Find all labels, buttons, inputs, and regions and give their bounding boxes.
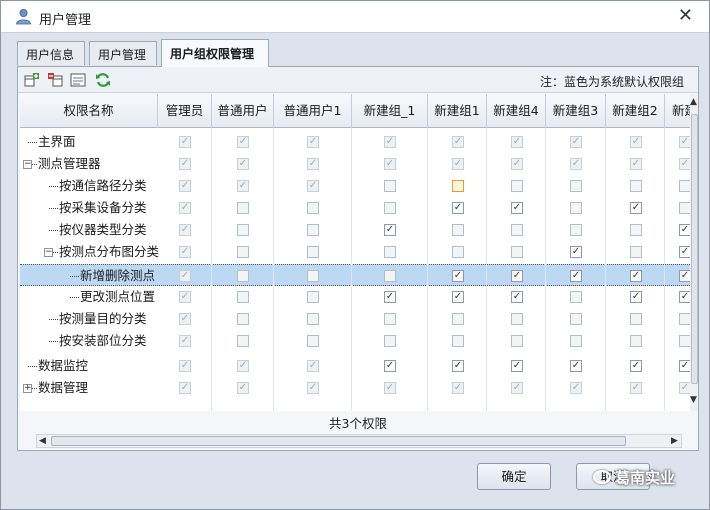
tab-user-management[interactable]: 用户管理 [89, 41, 157, 65]
tree-connector [28, 142, 37, 143]
horizontal-scrollbar[interactable]: ◀ ▶ [36, 434, 682, 448]
grid-header: 权限名称 管理员普通用户普通用户1新建组_1新建组1新建组4新建组3新建组2新建 [20, 94, 690, 128]
permission-name[interactable]: 主界面 [20, 131, 157, 153]
column-divider [665, 128, 690, 411]
permission-name[interactable]: 按测点分布图分类 [20, 241, 159, 263]
column-header-6[interactable]: 新建组4 [487, 94, 546, 128]
horizontal-scroll-thumb[interactable] [51, 436, 626, 446]
permission-name[interactable]: 更改测点位置 [20, 286, 157, 308]
column-header-3[interactable]: 普通用户1 [274, 94, 352, 128]
tree-connector [49, 319, 58, 320]
scroll-down-icon[interactable]: ▼ [690, 394, 697, 406]
tab-user-info[interactable]: 用户信息 [17, 41, 85, 65]
scroll-up-icon[interactable]: ▲ [690, 96, 697, 108]
tab-group-permissions[interactable]: 用户组权限管理 [161, 39, 269, 67]
column-header-2[interactable]: 普通用户 [212, 94, 274, 128]
column-header-7[interactable]: 新建组3 [546, 94, 606, 128]
watermark-logo-icon [593, 470, 611, 484]
column-divider [546, 128, 606, 411]
permission-name[interactable]: 数据管理 [20, 377, 157, 399]
column-divider [274, 128, 352, 411]
delete-column-icon[interactable] [47, 72, 63, 88]
title-bar: 用户管理 ✕ [1, 1, 709, 33]
add-column-icon[interactable] [24, 72, 40, 88]
column-divider [158, 128, 212, 411]
permission-name[interactable]: 按仪器类型分类 [20, 219, 157, 241]
permission-name[interactable]: 按采集设备分类 [20, 197, 157, 219]
permission-name[interactable]: 新增删除测点 [20, 265, 157, 287]
permission-count: 共3个权限 [329, 416, 387, 431]
permission-name[interactable]: 按测量目的分类 [20, 308, 157, 330]
default-group-note: 注：蓝色为系统默认权限组 [539, 75, 684, 89]
column-header-8[interactable]: 新建组2 [606, 94, 665, 128]
user-icon [16, 9, 31, 25]
window-title: 用户管理 [39, 13, 92, 28]
column-header-9[interactable]: 新建 [665, 94, 690, 128]
tree-connector [49, 186, 58, 187]
permission-name[interactable]: 数据监控 [20, 355, 157, 377]
collapse-icon[interactable]: − [23, 160, 32, 169]
tree-connector [28, 366, 37, 367]
vertical-scroll-thumb[interactable] [691, 114, 698, 384]
tree-connector [70, 276, 79, 277]
tree-connector [49, 341, 58, 342]
column-header-4[interactable]: 新建组_1 [352, 94, 428, 128]
vertical-scrollbar[interactable]: ▲ ▼ [690, 94, 698, 411]
close-button[interactable]: ✕ [678, 5, 693, 27]
collapse-icon[interactable]: − [44, 248, 53, 257]
column-divider [428, 128, 487, 411]
column-divider [606, 128, 665, 411]
column-divider [487, 128, 546, 411]
permission-name[interactable]: 按安装部位分类 [20, 330, 157, 352]
user-management-window: 用户管理 ✕ 用户信息 用户管理 用户组权限管理 注：蓝色为系统默认权限组 权限… [0, 0, 710, 510]
scroll-right-icon[interactable]: ▶ [671, 435, 678, 447]
column-divider [212, 128, 274, 411]
column-header-permission-name[interactable]: 权限名称 [20, 94, 158, 128]
column-divider [352, 128, 428, 411]
column-header-5[interactable]: 新建组1 [428, 94, 487, 128]
properties-icon[interactable] [70, 72, 86, 88]
permissions-panel: 注：蓝色为系统默认权限组 权限名称 管理员 普通用户 普通用户1 新建组_1 新建组1 新… [17, 66, 699, 451]
permissions-grid: 权限名称 管理员普通用户普通用户1新建组_1新建组1新建组4新建组3新建组2新建… [20, 94, 690, 411]
tree-connector [70, 297, 79, 298]
scroll-left-icon[interactable]: ◀ [39, 435, 46, 447]
expand-icon[interactable]: + [23, 384, 32, 393]
watermark-text: 葛南实业 [615, 469, 676, 487]
column-header-1[interactable]: 管理员 [158, 94, 212, 128]
tree-connector [49, 208, 58, 209]
refresh-icon[interactable] [95, 72, 111, 88]
permission-name[interactable]: 按通信路径分类 [20, 175, 157, 197]
toolbar: 注：蓝色为系统默认权限组 [18, 67, 698, 93]
tree-connector [49, 230, 58, 231]
ok-button[interactable]: 确定 [477, 463, 551, 490]
permission-name[interactable]: 测点管理器 [20, 153, 157, 175]
